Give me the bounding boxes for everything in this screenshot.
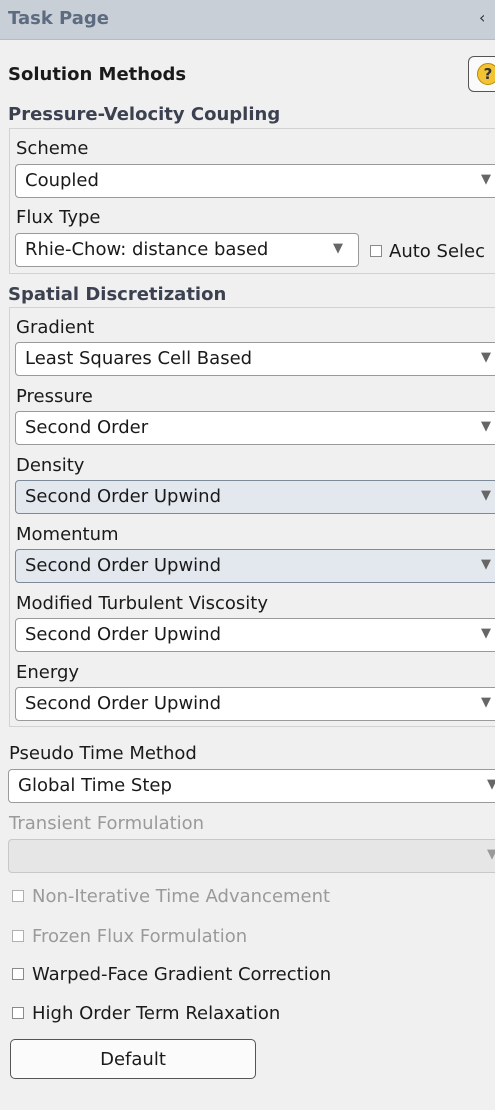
frozen-flux-formulation-checkbox[interactable] xyxy=(12,930,24,942)
chevron-down-icon: ▼ xyxy=(481,350,491,365)
modified-turbulent-viscosity-value: Second Order Upwind xyxy=(25,624,221,645)
energy-dropdown[interactable]: Second Order Upwind ▼ xyxy=(15,687,495,721)
scheme-dropdown[interactable]: Coupled ▼ xyxy=(15,164,495,198)
pseudo-time-method-dropdown[interactable]: Global Time Step ▼ xyxy=(8,769,495,803)
help-icon: ? xyxy=(477,63,495,85)
help-button[interactable]: ? xyxy=(468,56,495,92)
auto-select-label: Auto Selec xyxy=(389,241,485,262)
chevron-down-icon: ▼ xyxy=(487,847,495,862)
chevron-down-icon: ▼ xyxy=(481,488,491,503)
chevron-down-icon: ▼ xyxy=(481,172,491,187)
scheme-value: Coupled xyxy=(25,170,99,191)
gradient-dropdown[interactable]: Least Squares Cell Based ▼ xyxy=(15,342,495,376)
momentum-label: Momentum xyxy=(16,524,119,545)
chevron-down-icon: ▼ xyxy=(481,626,491,641)
spatial-discretization-title: Spatial Discretization xyxy=(8,284,227,305)
energy-value: Second Order Upwind xyxy=(25,693,221,714)
gradient-value: Least Squares Cell Based xyxy=(25,348,253,369)
density-dropdown[interactable]: Second Order Upwind ▼ xyxy=(15,480,495,514)
pressure-dropdown[interactable]: Second Order ▼ xyxy=(15,411,495,445)
pv-coupling-title: Pressure-Velocity Coupling xyxy=(8,104,281,125)
chevron-down-icon: ▼ xyxy=(333,241,343,256)
frozen-flux-formulation-label: Frozen Flux Formulation xyxy=(32,926,248,947)
transient-formulation-dropdown[interactable]: ▼ xyxy=(8,839,495,873)
high-order-term-relaxation-label: High Order Term Relaxation xyxy=(32,1003,281,1024)
panel-title: Task Page xyxy=(8,8,110,29)
task-page-header: Task Page ‹ xyxy=(0,0,495,40)
non-iterative-time-advancement-checkbox[interactable] xyxy=(12,890,24,902)
chevron-down-icon: ▼ xyxy=(481,557,491,572)
collapse-icon[interactable]: ‹ xyxy=(479,8,485,27)
pressure-label: Pressure xyxy=(16,386,93,407)
density-value: Second Order Upwind xyxy=(25,486,221,507)
warped-face-gradient-correction-checkbox[interactable] xyxy=(12,968,24,980)
modified-turbulent-viscosity-label: Modified Turbulent Viscosity xyxy=(16,593,268,614)
transient-formulation-label: Transient Formulation xyxy=(9,813,205,834)
chevron-down-icon: ▼ xyxy=(481,419,491,434)
density-label: Density xyxy=(16,455,85,476)
flux-type-value: Rhie-Chow: distance based xyxy=(25,239,269,260)
momentum-dropdown[interactable]: Second Order Upwind ▼ xyxy=(15,549,495,583)
flux-type-label: Flux Type xyxy=(16,207,101,228)
momentum-value: Second Order Upwind xyxy=(25,555,221,576)
high-order-term-relaxation-checkbox[interactable] xyxy=(12,1007,24,1019)
non-iterative-time-advancement-label: Non-Iterative Time Advancement xyxy=(32,886,331,907)
default-button[interactable]: Default xyxy=(10,1039,256,1079)
scheme-label: Scheme xyxy=(16,138,89,159)
pseudo-time-method-value: Global Time Step xyxy=(18,775,172,796)
default-button-label: Default xyxy=(100,1049,166,1070)
pressure-value: Second Order xyxy=(25,417,149,438)
warped-face-gradient-correction-label: Warped-Face Gradient Correction xyxy=(32,964,332,985)
energy-label: Energy xyxy=(16,662,80,683)
gradient-label: Gradient xyxy=(16,317,95,338)
chevron-down-icon: ▼ xyxy=(481,695,491,710)
modified-turbulent-viscosity-dropdown[interactable]: Second Order Upwind ▼ xyxy=(15,618,495,652)
chevron-down-icon: ▼ xyxy=(487,777,495,792)
flux-type-dropdown[interactable]: Rhie-Chow: distance based ▼ xyxy=(15,233,359,267)
pseudo-time-method-label: Pseudo Time Method xyxy=(9,743,197,764)
auto-select-checkbox[interactable] xyxy=(370,245,382,257)
section-title: Solution Methods xyxy=(8,64,187,85)
